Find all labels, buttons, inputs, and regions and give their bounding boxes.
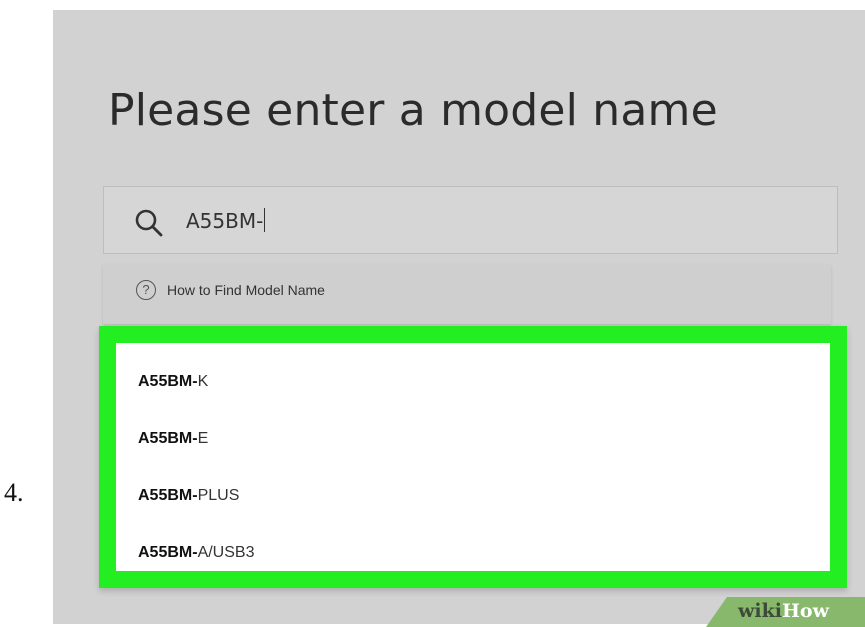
suggestion-item[interactable]: A55BM-K <box>138 373 208 391</box>
text-caret <box>264 208 266 232</box>
suggestion-list: A55BM-K A55BM-E A55BM-PLUS A55BM-A/USB3 <box>99 326 847 588</box>
search-value[interactable]: A55BM- <box>186 208 266 233</box>
help-link-label: How to Find Model Name <box>167 282 325 298</box>
question-circle-icon: ? <box>136 280 156 300</box>
suggestion-item[interactable]: A55BM-E <box>138 430 208 448</box>
search-icon <box>135 209 163 237</box>
model-search-panel: Please enter a model name A55BM- ? How t… <box>53 10 865 624</box>
suggestion-item[interactable]: A55BM-PLUS <box>138 487 239 505</box>
page-title: Please enter a model name <box>108 85 718 137</box>
suggestion-item[interactable]: A55BM-A/USB3 <box>138 544 254 562</box>
search-input[interactable]: A55BM- <box>103 186 838 254</box>
wikihow-watermark: wikiHow <box>738 600 829 622</box>
how-to-find-model-name-link[interactable]: ? How to Find Model Name <box>103 264 831 324</box>
step-number: 4. <box>4 478 24 507</box>
